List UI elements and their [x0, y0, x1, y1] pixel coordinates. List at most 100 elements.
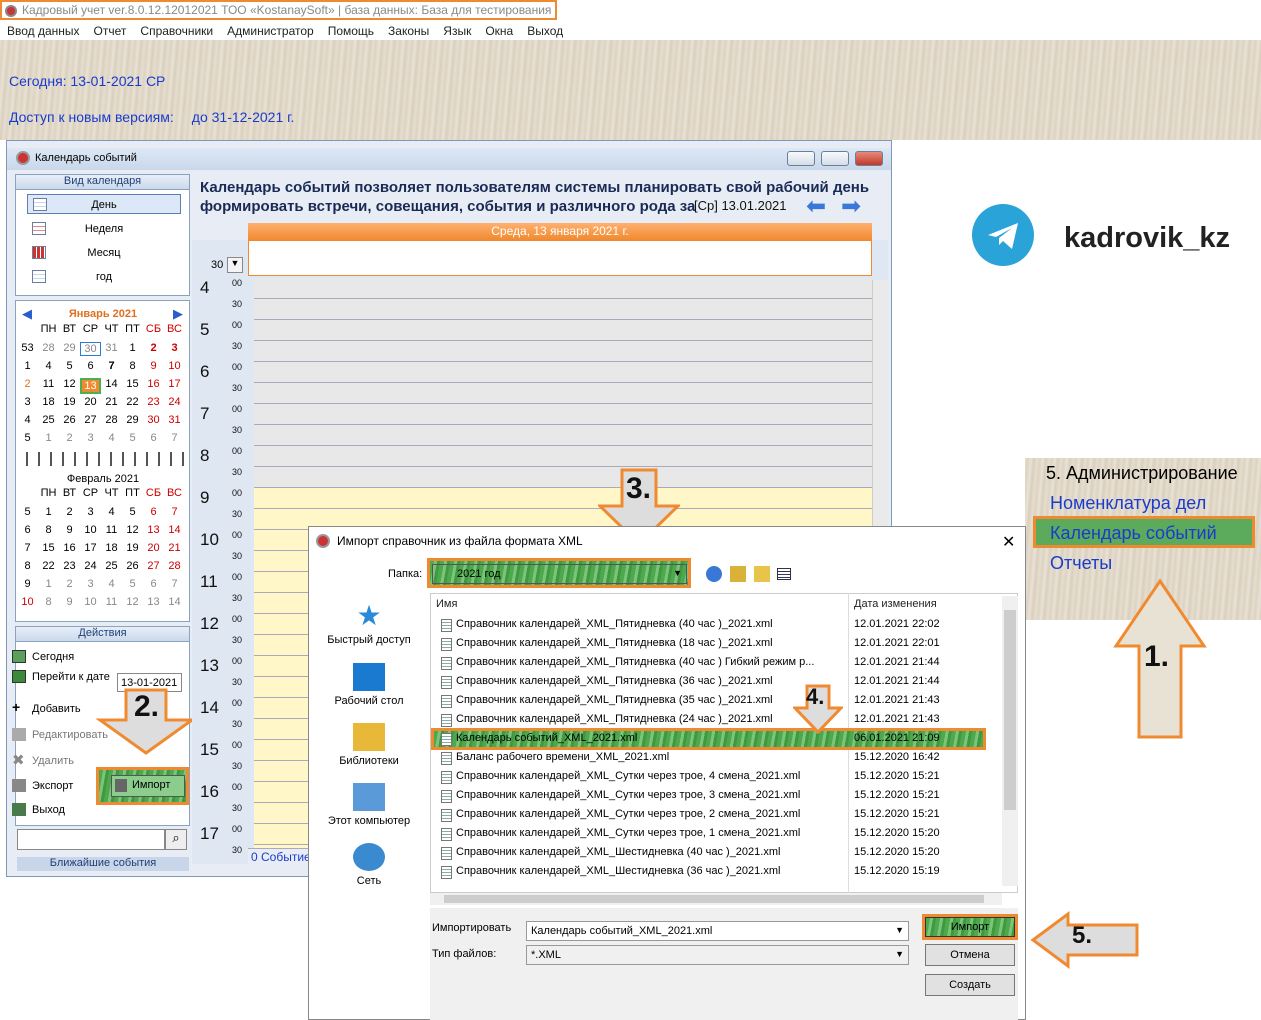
import-button[interactable]: Импорт [925, 917, 1015, 937]
reports-link[interactable]: Отчеты [1050, 553, 1112, 574]
file-row[interactable]: Календарь событий_XML_2021.xml 06.01.2021… [431, 728, 993, 750]
file-row[interactable]: Справочник календарей_XML_Сутки через тр… [438, 825, 993, 844]
calendar-day[interactable]: 17 [164, 378, 185, 390]
calendar-day[interactable]: 11 [38, 378, 59, 390]
calendar-day[interactable]: 4 [101, 506, 122, 518]
new-folder-icon[interactable] [754, 566, 770, 582]
action-goto-date[interactable]: Перейти к дате [12, 670, 112, 683]
calendar-day[interactable]: 8 [38, 524, 59, 536]
calendar-day[interactable]: 2 [59, 506, 80, 518]
file-type-select[interactable]: *.XML ▼ [526, 945, 909, 965]
search-input[interactable] [17, 829, 165, 850]
file-row[interactable]: Справочник календарей_XML_Пятидневка (40… [438, 654, 993, 673]
calendar-day[interactable]: 4 [101, 432, 122, 444]
file-row[interactable]: Справочник календарей_XML_Пятидневка (18… [438, 635, 993, 654]
action-today[interactable]: Сегодня [12, 650, 74, 663]
calendar-day[interactable]: 9 [143, 360, 164, 372]
calendar-day[interactable]: 15 [38, 542, 59, 554]
calendar-day[interactable]: 9 [59, 596, 80, 608]
view-month[interactable]: Месяц [27, 243, 181, 263]
calendar-day[interactable]: 10 [80, 596, 101, 608]
calendar-day[interactable]: 31 [164, 414, 185, 426]
horizontal-scrollbar[interactable] [430, 893, 1002, 905]
view-week[interactable]: Неделя [27, 219, 181, 239]
folder-combobox[interactable]: 2021 год ▼ [432, 564, 687, 584]
calendar-day[interactable]: 11 [101, 524, 122, 536]
calendar-day[interactable]: 2 [143, 342, 164, 354]
calendar-day[interactable]: 3 [80, 506, 101, 518]
dialog-close-icon[interactable]: ✕ [1002, 532, 1015, 552]
calendar-day[interactable]: 23 [143, 396, 164, 408]
time-slot[interactable] [254, 341, 872, 362]
calendar-day[interactable]: 27 [143, 560, 164, 572]
all-day-area[interactable] [248, 240, 872, 276]
calendar-day[interactable]: 16 [59, 542, 80, 554]
menu-item-language[interactable]: Язык [436, 22, 478, 38]
menu-item-laws[interactable]: Законы [381, 22, 436, 38]
time-slot[interactable] [254, 383, 872, 404]
calendar-day[interactable]: 30 [143, 414, 164, 426]
calendar-day[interactable]: 19 [59, 396, 80, 408]
calendar-day[interactable]: 20 [143, 542, 164, 554]
calendar-day[interactable]: 5 [122, 432, 143, 444]
calendar-day[interactable]: 14 [164, 524, 185, 536]
calendar-day[interactable]: 11 [101, 596, 122, 608]
calendar-day[interactable]: 21 [101, 396, 122, 408]
action-exit[interactable]: Выход [12, 803, 65, 816]
menu-item-help[interactable]: Помощь [321, 22, 381, 38]
place-desktop[interactable]: Рабочий стол [316, 663, 422, 707]
minimize-button[interactable] [787, 151, 815, 166]
calendar-day[interactable]: 5 [122, 578, 143, 590]
calendar-day[interactable]: 20 [80, 396, 101, 408]
calendar-day[interactable]: 23 [59, 560, 80, 572]
place-network[interactable]: Сеть [316, 843, 422, 887]
time-slot[interactable] [254, 362, 872, 383]
calendar-day[interactable]: 31 [101, 342, 122, 354]
calendar-day[interactable]: 2 [59, 578, 80, 590]
calendar-day[interactable]: 7 [101, 360, 122, 372]
calendar-day[interactable]: 13 [143, 524, 164, 536]
action-delete[interactable]: ✖ Удалить [12, 752, 74, 769]
calendar-day[interactable]: 21 [164, 542, 185, 554]
close-button[interactable] [855, 151, 883, 166]
time-slot[interactable] [254, 320, 872, 341]
time-slot[interactable] [254, 467, 872, 488]
scrollbar-thumb[interactable] [1004, 610, 1016, 810]
time-slot[interactable] [254, 488, 872, 509]
calendar-day[interactable]: 26 [59, 414, 80, 426]
calendar-day[interactable]: 24 [80, 560, 101, 572]
calendar-day[interactable]: 16 [143, 378, 164, 390]
calendar-day[interactable]: 5 [59, 360, 80, 372]
back-icon[interactable] [706, 566, 722, 582]
calendar-day[interactable]: 17 [80, 542, 101, 554]
file-row[interactable]: Баланс рабочего времени_XML_2021.xml 15.1… [438, 749, 993, 768]
file-list-scrollbar[interactable] [1002, 596, 1018, 886]
calendar-day[interactable]: 14 [101, 378, 122, 390]
calendar-day[interactable]: 27 [80, 414, 101, 426]
calendar-day[interactable]: 13 [80, 378, 101, 394]
calendar-day[interactable]: 1 [38, 578, 59, 590]
calendar-day[interactable]: 29 [122, 414, 143, 426]
file-row[interactable]: Справочник календарей_XML_Шестидневка (4… [438, 844, 993, 863]
calendar-day[interactable]: 7 [164, 578, 185, 590]
file-row[interactable]: Справочник календарей_XML_Пятидневка (40… [438, 616, 993, 635]
calendar-day[interactable]: 3 [80, 432, 101, 444]
calendar-day[interactable]: 4 [38, 360, 59, 372]
zoom-dropdown-icon[interactable]: ▼ [227, 257, 243, 273]
action-add[interactable]: + Добавить [12, 699, 81, 715]
menu-item-windows[interactable]: Окна [478, 22, 520, 38]
place-computer[interactable]: Этот компьютер [316, 783, 422, 827]
view-menu-icon[interactable] [777, 568, 791, 580]
calendar-day[interactable]: 14 [164, 596, 185, 608]
calendar-day[interactable]: 18 [101, 542, 122, 554]
calendar-day[interactable]: 18 [38, 396, 59, 408]
calendar-events-link[interactable]: Календарь событий [1050, 523, 1217, 544]
maximize-button[interactable] [821, 151, 849, 166]
calendar-day[interactable]: 1 [38, 506, 59, 518]
prev-day-icon[interactable]: ⬅ [806, 192, 826, 221]
calendar-day[interactable]: 3 [80, 578, 101, 590]
calendar-day[interactable]: 22 [122, 396, 143, 408]
calendar-day[interactable]: 6 [143, 578, 164, 590]
calendar-day[interactable]: 9 [59, 524, 80, 536]
calendar-day[interactable]: 29 [59, 342, 80, 354]
